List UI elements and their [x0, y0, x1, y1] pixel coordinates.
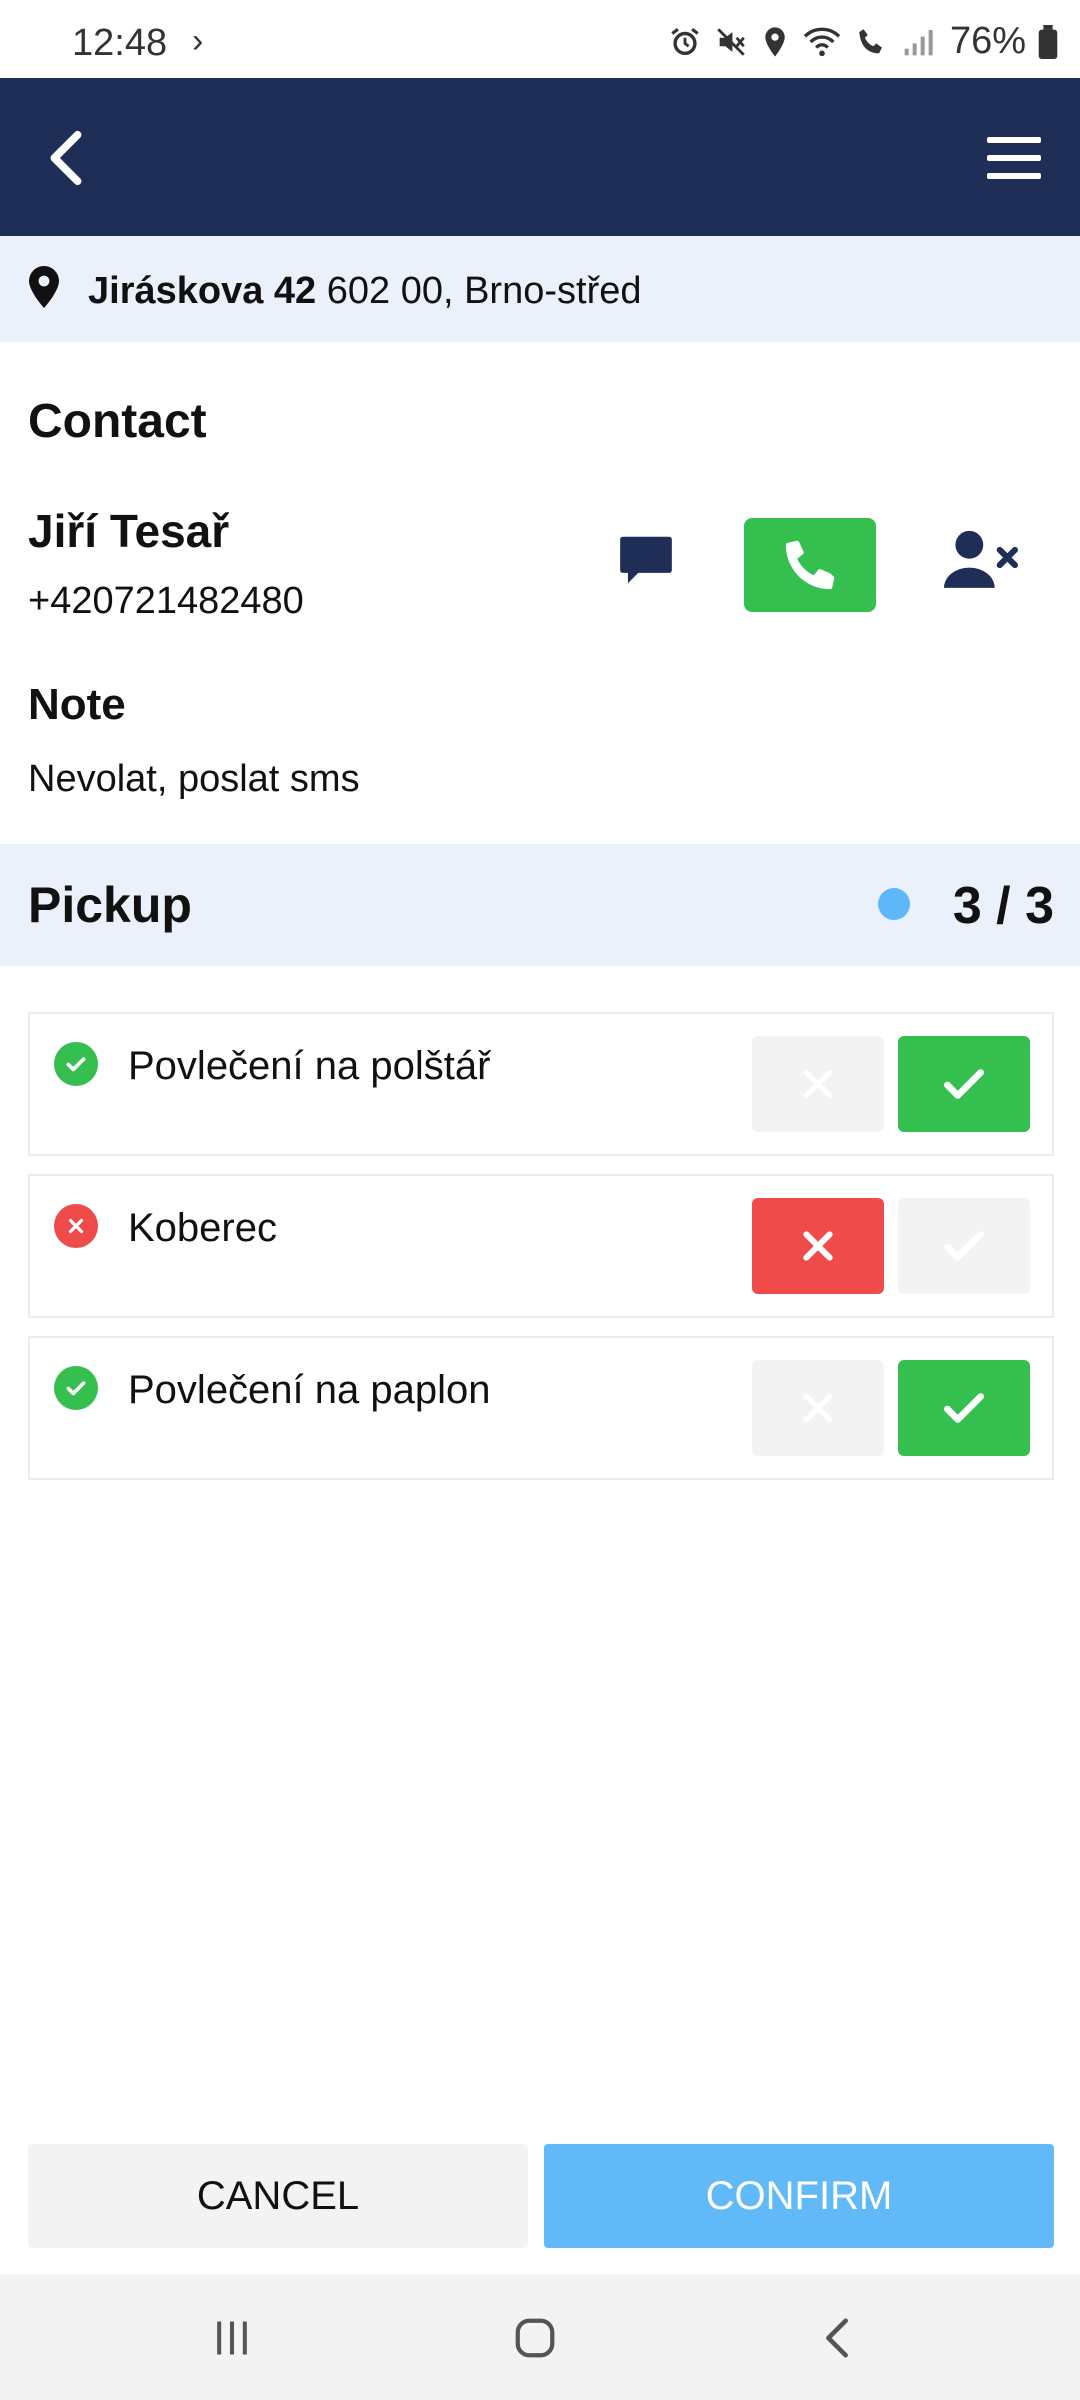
- reject-button[interactable]: [752, 1198, 884, 1294]
- battery-level: 76%: [949, 20, 1026, 62]
- menu-button[interactable]: [974, 118, 1054, 198]
- close-icon: [803, 1393, 833, 1423]
- list-item: Povlečení na polštář: [28, 1012, 1054, 1156]
- error-circle-icon: [54, 1204, 98, 1248]
- item-label: Koberec: [128, 1206, 277, 1250]
- recent-apps-button[interactable]: [172, 2298, 292, 2378]
- battery-icon: [1038, 24, 1058, 59]
- check-icon: [944, 1069, 984, 1099]
- check-icon: [944, 1393, 984, 1423]
- address-city: 602 00, Brno-střed: [316, 270, 642, 312]
- accept-button[interactable]: [898, 1198, 1030, 1294]
- contact-name: Jiří Tesař: [28, 505, 230, 557]
- pickup-title: Pickup: [28, 877, 192, 933]
- remove-user-icon: [944, 530, 1018, 588]
- remove-contact-button[interactable]: [932, 514, 1032, 606]
- reject-button[interactable]: [752, 1360, 884, 1456]
- alarm-icon: [671, 27, 699, 55]
- item-label: Povlečení na paplon: [128, 1368, 491, 1412]
- contact-phone: +420721482480: [28, 580, 304, 622]
- location-icon: [765, 26, 785, 57]
- hamburger-menu-icon: [987, 137, 1041, 179]
- pickup-count: 3 / 3: [952, 877, 1054, 935]
- back-arrow-icon: [826, 2318, 848, 2358]
- list-item: Koberec: [28, 1174, 1054, 1318]
- status-time: 12:48: [72, 22, 168, 64]
- accept-button[interactable]: [898, 1036, 1030, 1132]
- wifi-call-icon: [859, 28, 882, 53]
- check-circle-icon: [54, 1042, 98, 1086]
- status-icons: 76%: [668, 20, 1058, 63]
- cancel-button[interactable]: CANCEL: [28, 2144, 528, 2248]
- reject-button[interactable]: [752, 1036, 884, 1132]
- confirm-button[interactable]: CONFIRM: [544, 2144, 1054, 2248]
- check-circle-icon: [54, 1366, 98, 1410]
- mute-icon: [717, 27, 745, 56]
- pickup-header: Pickup 3 / 3: [0, 844, 1080, 966]
- status-chevron: ›: [192, 22, 204, 60]
- contact-title: Contact: [28, 395, 207, 448]
- call-button[interactable]: [744, 518, 876, 612]
- accept-button[interactable]: [898, 1360, 1030, 1456]
- home-icon: [515, 2318, 555, 2358]
- system-nav-bar: [0, 2274, 1080, 2400]
- close-icon: [803, 1231, 833, 1261]
- app-header: [0, 78, 1080, 236]
- system-back-button[interactable]: [778, 2298, 898, 2378]
- wifi-icon: [803, 27, 841, 56]
- note-label: Note: [28, 680, 126, 729]
- address-text: Jiráskova 42 602 00, Brno-střed: [88, 270, 642, 313]
- signal-icon: [904, 29, 933, 55]
- pickup-indicator-dot: [878, 888, 910, 920]
- recent-apps-icon: [217, 2321, 247, 2355]
- phone-icon: [785, 540, 835, 590]
- address-bar: Jiráskova 42 602 00, Brno-střed: [0, 236, 1080, 342]
- item-label: Povlečení na polštář: [128, 1044, 491, 1088]
- map-pin-icon: [29, 266, 59, 308]
- address-street: Jiráskova 42: [88, 270, 317, 312]
- chevron-left-icon: [50, 130, 82, 186]
- sms-icon: [620, 536, 672, 584]
- home-button[interactable]: [475, 2298, 595, 2378]
- check-icon: [944, 1231, 984, 1261]
- note-text: Nevolat, poslat sms: [28, 758, 360, 800]
- close-icon: [803, 1069, 833, 1099]
- back-button[interactable]: [26, 118, 106, 198]
- list-item: Povlečení na paplon: [28, 1336, 1054, 1480]
- status-bar: 12:48 › 76%: [0, 0, 1080, 78]
- sms-button[interactable]: [600, 514, 692, 606]
